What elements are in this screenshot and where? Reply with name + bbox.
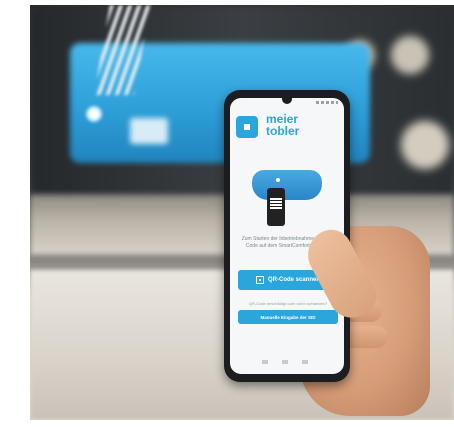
device-status-light — [86, 106, 102, 122]
device-label-sticker — [130, 118, 168, 144]
meier-tobler-logo-icon — [236, 116, 258, 138]
brand-line-2: tobler — [266, 124, 300, 138]
manual-entry-button[interactable]: Manuelle Eingabe der SID — [238, 310, 338, 324]
status-bar-icons — [316, 101, 338, 104]
android-nav-bar — [262, 360, 312, 364]
device-illustration — [252, 170, 322, 200]
device-illustration-light — [276, 178, 280, 182]
scan-qr-button-label: QR-Code scannen — [267, 277, 320, 283]
qr-code-illustration — [270, 197, 282, 209]
manual-entry-button-label: Manuelle Eingabe der SID — [260, 314, 316, 320]
brand-logo-text: meier tobler — [266, 113, 326, 137]
qr-missing-hint: QR-Code beschädigt oder nicht vorhanden? — [248, 301, 328, 306]
qr-code-icon — [255, 276, 264, 284]
